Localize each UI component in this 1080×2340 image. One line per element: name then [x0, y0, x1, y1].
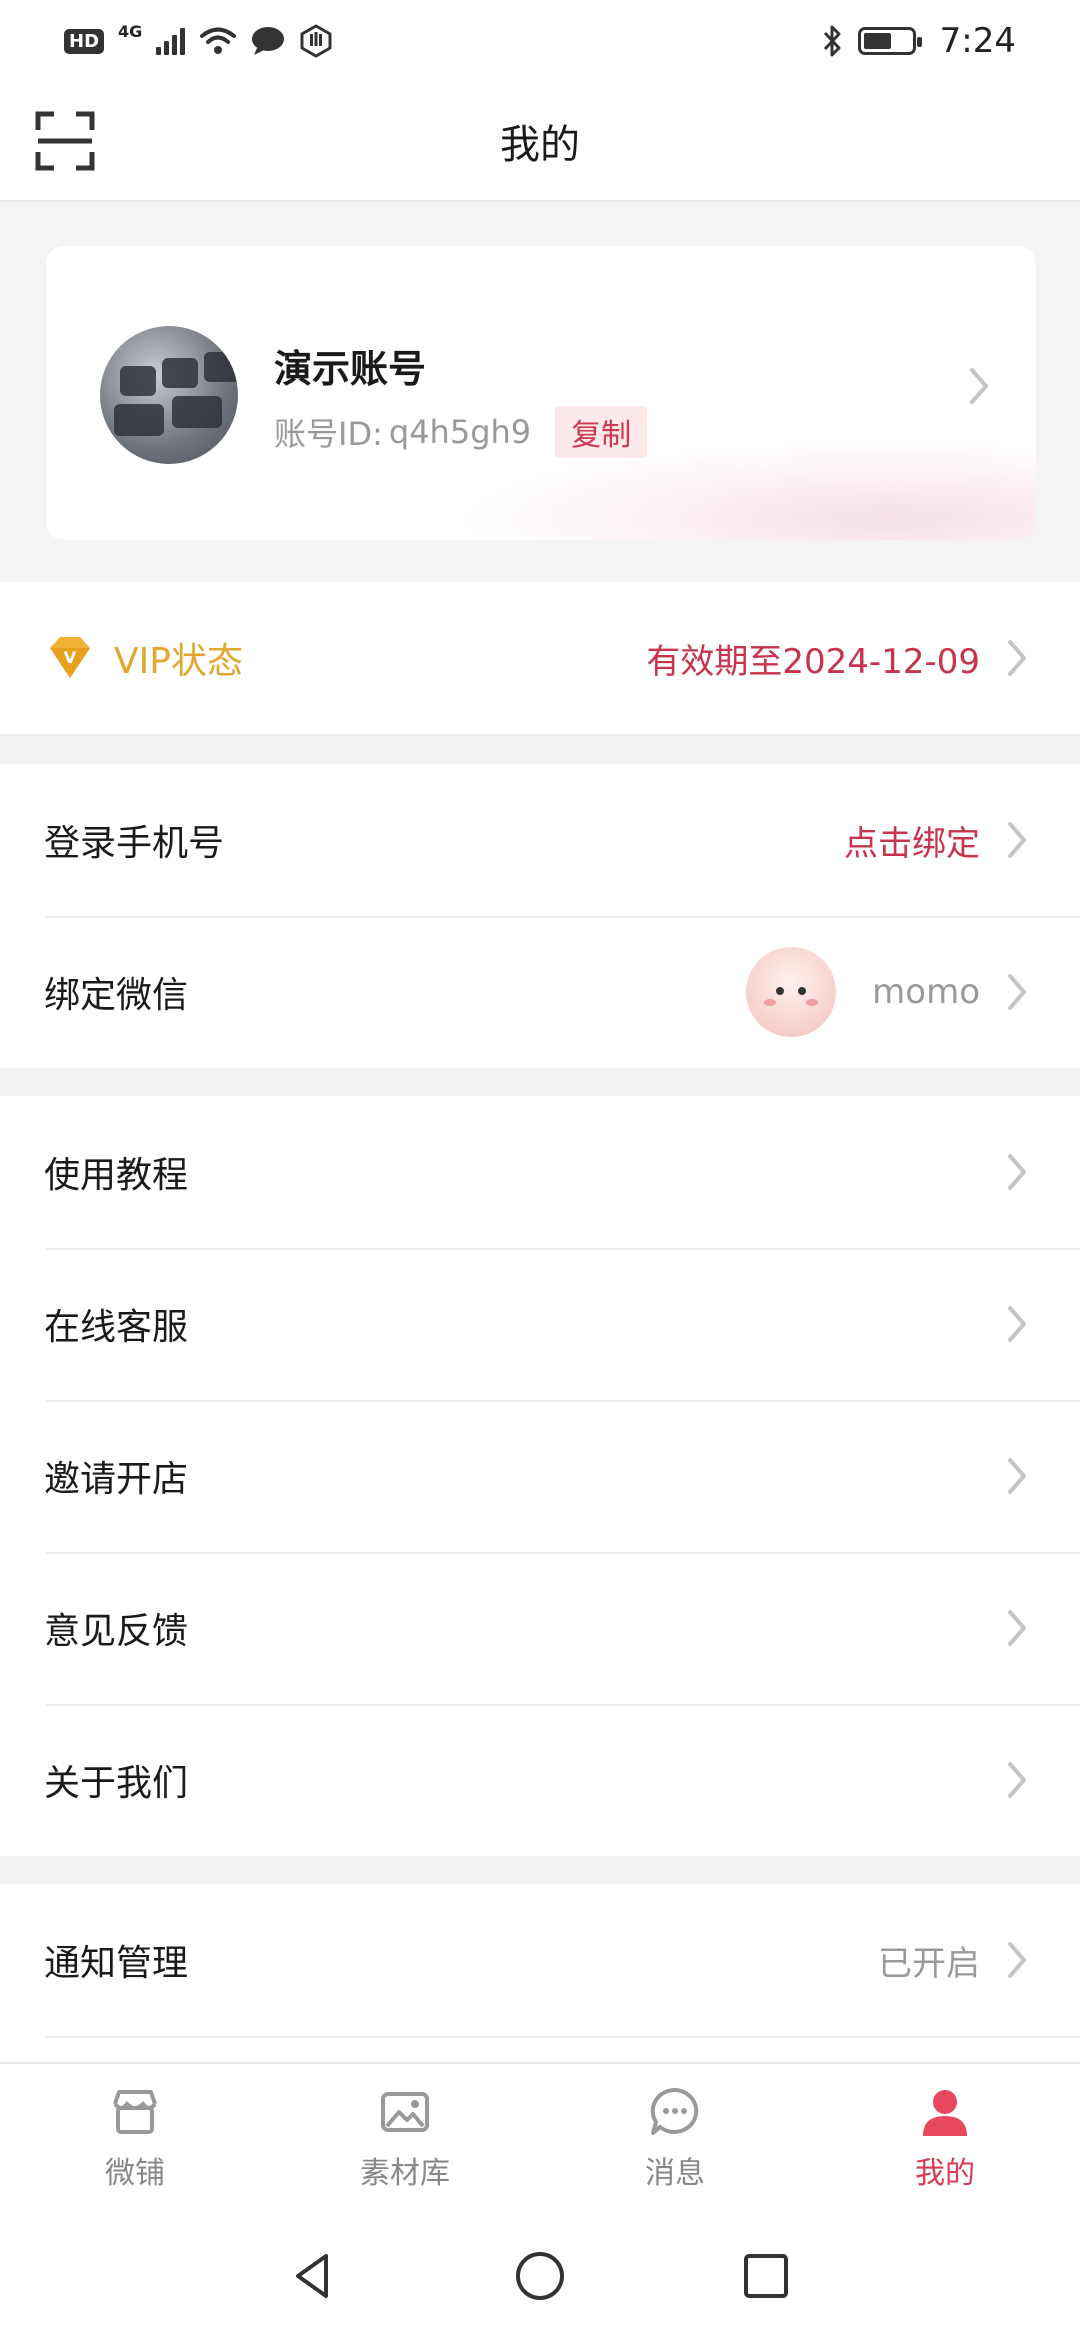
status-bar-right: 7:24	[822, 21, 1016, 61]
scan-icon[interactable]	[34, 110, 96, 172]
login-phone-right: 点击绑定	[844, 764, 1028, 916]
status-bar: HD 4G 7:24	[0, 0, 1080, 82]
menu-item-label: 关于我们	[44, 1763, 189, 1804]
notification-status-value: 已开启	[878, 1943, 980, 1984]
vip-status-label: VIP状态	[114, 641, 243, 682]
menu-item-tutorial[interactable]: 使用教程	[0, 1096, 1080, 1248]
svg-text:V: V	[64, 648, 77, 667]
bottom-tab-bar: 微铺 素材库 消息 我的	[0, 2062, 1080, 2212]
login-phone-row[interactable]: 登录手机号 点击绑定	[0, 764, 1080, 916]
menu-item-right	[1006, 1552, 1028, 1704]
message-icon	[650, 2087, 699, 2135]
profile-icon	[923, 2090, 967, 2136]
account-id-label: 账号ID:	[274, 415, 383, 453]
menu-section: 使用教程 在线客服 邀请开店 意见反馈 关于我们	[0, 1096, 1080, 1856]
notification-management-right: 已开启	[878, 1884, 1028, 2036]
profile-card[interactable]: 演示账号 账号ID: q4h5gh9 复制	[46, 246, 1036, 540]
chevron-right-icon	[1008, 974, 1026, 1010]
tab-material-library[interactable]: 素材库	[270, 2064, 540, 2212]
tab-messages[interactable]: 消息	[540, 2064, 810, 2212]
store-icon	[113, 2090, 157, 2134]
tab-label: 素材库	[360, 2156, 450, 2191]
clock: 7:24	[939, 21, 1016, 61]
bind-wechat-right: momo	[746, 916, 1028, 1068]
home-icon[interactable]	[512, 2248, 568, 2304]
chevron-right-icon	[1008, 1458, 1026, 1494]
account-id-line: 账号ID: q4h5gh9 复制	[274, 406, 648, 458]
login-phone-label: 登录手机号	[44, 823, 225, 864]
menu-item-right	[1006, 1704, 1028, 1856]
chat-bubble-icon	[252, 27, 285, 55]
bind-wechat-row[interactable]: 绑定微信 momo	[0, 916, 1080, 1068]
tab-label: 微铺	[105, 2156, 165, 2191]
divider	[46, 2036, 1080, 2038]
tab-mine[interactable]: 我的	[810, 2064, 1080, 2212]
wifi-icon	[200, 27, 237, 54]
profile-name: 演示账号	[274, 347, 427, 391]
chevron-right-icon	[970, 368, 988, 404]
menu-item-about-us[interactable]: 关于我们	[0, 1704, 1080, 1856]
status-bar-left: HD 4G	[64, 21, 333, 58]
chevron-right-icon	[1008, 1610, 1026, 1646]
notification-management-row[interactable]: 通知管理 已开启	[0, 1884, 1080, 2036]
image-library-icon	[381, 2092, 429, 2132]
system-navigation-bar	[0, 2212, 1080, 2340]
signal-icon	[156, 27, 186, 55]
vip-status-right: 有效期至2024-12-09	[646, 582, 1028, 734]
vip-status-row[interactable]: V VIP状态 有效期至2024-12-09	[0, 582, 1080, 734]
menu-item-label: 邀请开店	[44, 1459, 189, 1500]
vip-section: V VIP状态 有效期至2024-12-09	[0, 582, 1080, 734]
app-header: 我的	[0, 82, 1080, 202]
menu-item-customer-service[interactable]: 在线客服	[0, 1248, 1080, 1400]
back-icon[interactable]	[286, 2248, 342, 2304]
copy-button[interactable]: 复制	[555, 406, 648, 458]
menu-item-label: 使用教程	[44, 1155, 189, 1196]
battery-icon	[857, 27, 922, 55]
account-id-value: q4h5gh9	[388, 413, 532, 451]
recent-apps-icon[interactable]	[738, 2248, 794, 2304]
network-type-label: 4G	[118, 21, 143, 41]
chevron-right-icon	[1008, 1942, 1026, 1978]
avatar[interactable]	[100, 326, 238, 464]
menu-item-right	[1006, 1400, 1028, 1552]
hand-shield-icon	[300, 24, 332, 58]
chevron-right-icon	[1008, 1762, 1026, 1798]
account-binding-section: 登录手机号 点击绑定 绑定微信 momo	[0, 764, 1080, 1068]
menu-item-label: 在线客服	[44, 1307, 189, 1348]
chevron-right-icon	[1008, 822, 1026, 858]
profile-section: 演示账号 账号ID: q4h5gh9 复制	[0, 202, 1080, 582]
vip-diamond-icon: V	[50, 637, 90, 678]
menu-item-right	[1006, 1248, 1028, 1400]
bluetooth-icon	[823, 25, 841, 57]
hd-icon: HD	[64, 28, 105, 54]
tab-label: 消息	[645, 2156, 705, 2191]
tab-store[interactable]: 微铺	[0, 2064, 270, 2212]
bind-phone-action[interactable]: 点击绑定	[844, 816, 980, 865]
chevron-right-icon	[1008, 640, 1026, 676]
chevron-right-icon	[1008, 1154, 1026, 1190]
notification-management-label: 通知管理	[44, 1943, 189, 1984]
wechat-avatar	[746, 947, 837, 1037]
vip-expiry-value: 有效期至2024-12-09	[646, 641, 980, 682]
notification-section: 通知管理 已开启	[0, 1884, 1080, 2062]
menu-item-label: 意见反馈	[44, 1611, 189, 1652]
chevron-right-icon	[1008, 1306, 1026, 1342]
tab-label: 我的	[915, 2156, 975, 2191]
bind-wechat-label: 绑定微信	[44, 975, 189, 1016]
page-title: 我的	[500, 122, 580, 168]
menu-item-right	[1006, 1096, 1028, 1248]
menu-item-invite-store[interactable]: 邀请开店	[0, 1400, 1080, 1552]
wechat-nickname: momo	[872, 972, 980, 1012]
menu-item-feedback[interactable]: 意见反馈	[0, 1552, 1080, 1704]
